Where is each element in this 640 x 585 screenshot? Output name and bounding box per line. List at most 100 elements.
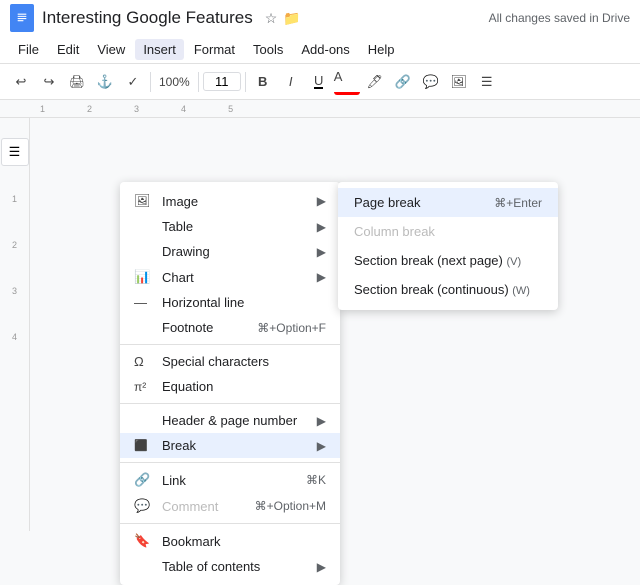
special-chars-icon: Ω [134,354,154,369]
menu-option-footnote[interactable]: Footnote ⌘+Option+F [120,315,340,340]
page-break-shortcut: ⌘+Enter [494,196,542,210]
comment-button[interactable]: 💬 [418,69,444,95]
section-next-label: Section break (next page) (V) [354,253,542,268]
break-option-column: Column break [338,217,558,246]
title-icons: ☆ 📁 [265,10,301,27]
link-shortcut: ⌘K [306,473,326,487]
footnote-label: Footnote [162,320,241,335]
section-cont-label: Section break (continuous) (W) [354,282,542,297]
header-arrow: ▶ [317,414,326,428]
image-label: Image [162,194,309,209]
special-chars-label: Special characters [162,354,326,369]
menu-option-toc[interactable]: Table of contents ▶ [120,554,340,579]
link-icon: 🔗 [134,472,154,488]
undo-button[interactable]: ↩ [8,69,34,95]
menu-option-header[interactable]: Header & page number ▶ [120,408,340,433]
highlight-button[interactable]: 🖊 [362,69,388,95]
link-button[interactable]: 🔗 [390,69,416,95]
link-label: Link [162,473,290,488]
document-title: Interesting Google Features [42,8,253,28]
folder-icon[interactable]: 📁 [283,10,300,27]
title-bar: Interesting Google Features ☆ 📁 All chan… [0,0,640,36]
comment-shortcut: ⌘+Option+M [255,499,326,513]
menu-insert[interactable]: Insert [135,39,184,60]
menu-file[interactable]: File [10,39,47,60]
menu-option-hline[interactable]: — Horizontal line [120,290,340,315]
drawing-arrow: ▶ [317,245,326,259]
menu-divider-4 [120,523,340,524]
menu-help[interactable]: Help [360,39,403,60]
menu-divider-2 [120,403,340,404]
menu-divider-1 [120,344,340,345]
insert-menu: 🖼 Image ▶ Table ▶ Drawing ▶ 📊 Chart ▶ — [120,182,340,585]
image-icon: 🖼 [134,193,154,209]
image-arrow: ▶ [317,194,326,208]
toolbar-divider-1 [150,72,151,92]
menu-option-bookmark[interactable]: 🔖 Bookmark [120,528,340,554]
bookmark-label: Bookmark [162,534,326,549]
break-icon: ⬛ [134,439,154,452]
menu-option-break[interactable]: ⬛ Break ▶ [120,433,340,458]
header-label: Header & page number [162,413,309,428]
menu-option-special[interactable]: Ω Special characters [120,349,340,374]
paint-format-button[interactable]: ⚓ [92,69,118,95]
chart-arrow: ▶ [317,270,326,284]
print-button[interactable]: 🖨 [64,69,90,95]
menu-option-image[interactable]: 🖼 Image ▶ [120,188,340,214]
save-status: All changes saved in Drive [489,11,630,25]
toolbar-divider-2 [198,72,199,92]
page-break-label: Page break [354,195,494,210]
toc-label: Table of contents [162,559,309,574]
toolbar-divider-3 [245,72,246,92]
menu-option-comment: 💬 Comment ⌘+Option+M [120,493,340,519]
comment-icon: 💬 [134,498,154,514]
bold-button[interactable]: B [250,69,276,95]
menu-format[interactable]: Format [186,39,243,60]
equation-label: Equation [162,379,326,394]
break-arrow: ▶ [317,439,326,453]
chart-icon: 📊 [134,269,154,285]
spell-check-button[interactable]: ✓ [120,69,146,95]
outline-icon[interactable]: ☰ [1,138,29,166]
bookmark-icon: 🔖 [134,533,154,549]
menu-bar: File Edit View Insert Format Tools Add-o… [0,36,640,64]
star-icon[interactable]: ☆ [265,10,278,27]
menu-edit[interactable]: Edit [49,39,87,60]
redo-button[interactable]: ↪ [36,69,62,95]
font-size-selector[interactable]: 11 [203,72,241,91]
break-option-section-next[interactable]: Section break (next page) (V) [338,246,558,275]
table-label: Table [162,219,309,234]
menu-option-drawing[interactable]: Drawing ▶ [120,239,340,264]
italic-button[interactable]: I [278,69,304,95]
equation-icon: π² [134,380,154,394]
break-option-section-cont[interactable]: Section break (continuous) (W) [338,275,558,304]
menu-option-equation[interactable]: π² Equation [120,374,340,399]
comment-label: Comment [162,499,239,514]
menu-tools[interactable]: Tools [245,39,291,60]
dropdown-overlay: 🖼 Image ▶ Table ▶ Drawing ▶ 📊 Chart ▶ — [0,182,640,531]
footnote-shortcut: ⌘+Option+F [257,321,326,335]
hline-icon: — [134,295,154,310]
drawing-label: Drawing [162,244,309,259]
chart-label: Chart [162,270,309,285]
underline-button[interactable]: U [306,69,332,95]
image-button[interactable]: 🖼 [446,69,472,95]
menu-option-table[interactable]: Table ▶ [120,214,340,239]
menu-option-chart[interactable]: 📊 Chart ▶ [120,264,340,290]
toolbar: ↩ ↪ 🖨 ⚓ ✓ 100% 11 B I U A 🖊 🔗 💬 🖼 ☰ [0,64,640,100]
align-button[interactable]: ☰ [474,69,500,95]
doc-icon [10,4,34,32]
break-option-page[interactable]: Page break ⌘+Enter [338,188,558,217]
break-label: Break [162,438,309,453]
break-submenu: Page break ⌘+Enter Column break Section … [338,182,558,310]
hline-label: Horizontal line [162,295,326,310]
menu-divider-3 [120,462,340,463]
text-color-button[interactable]: A [334,69,360,95]
zoom-button[interactable]: 100% [155,69,194,95]
menu-view[interactable]: View [89,39,133,60]
horizontal-ruler: 1 2 3 4 5 [0,100,640,118]
menu-option-link[interactable]: 🔗 Link ⌘K [120,467,340,493]
menu-addons[interactable]: Add-ons [293,39,357,60]
table-arrow: ▶ [317,220,326,234]
toc-arrow: ▶ [317,560,326,574]
